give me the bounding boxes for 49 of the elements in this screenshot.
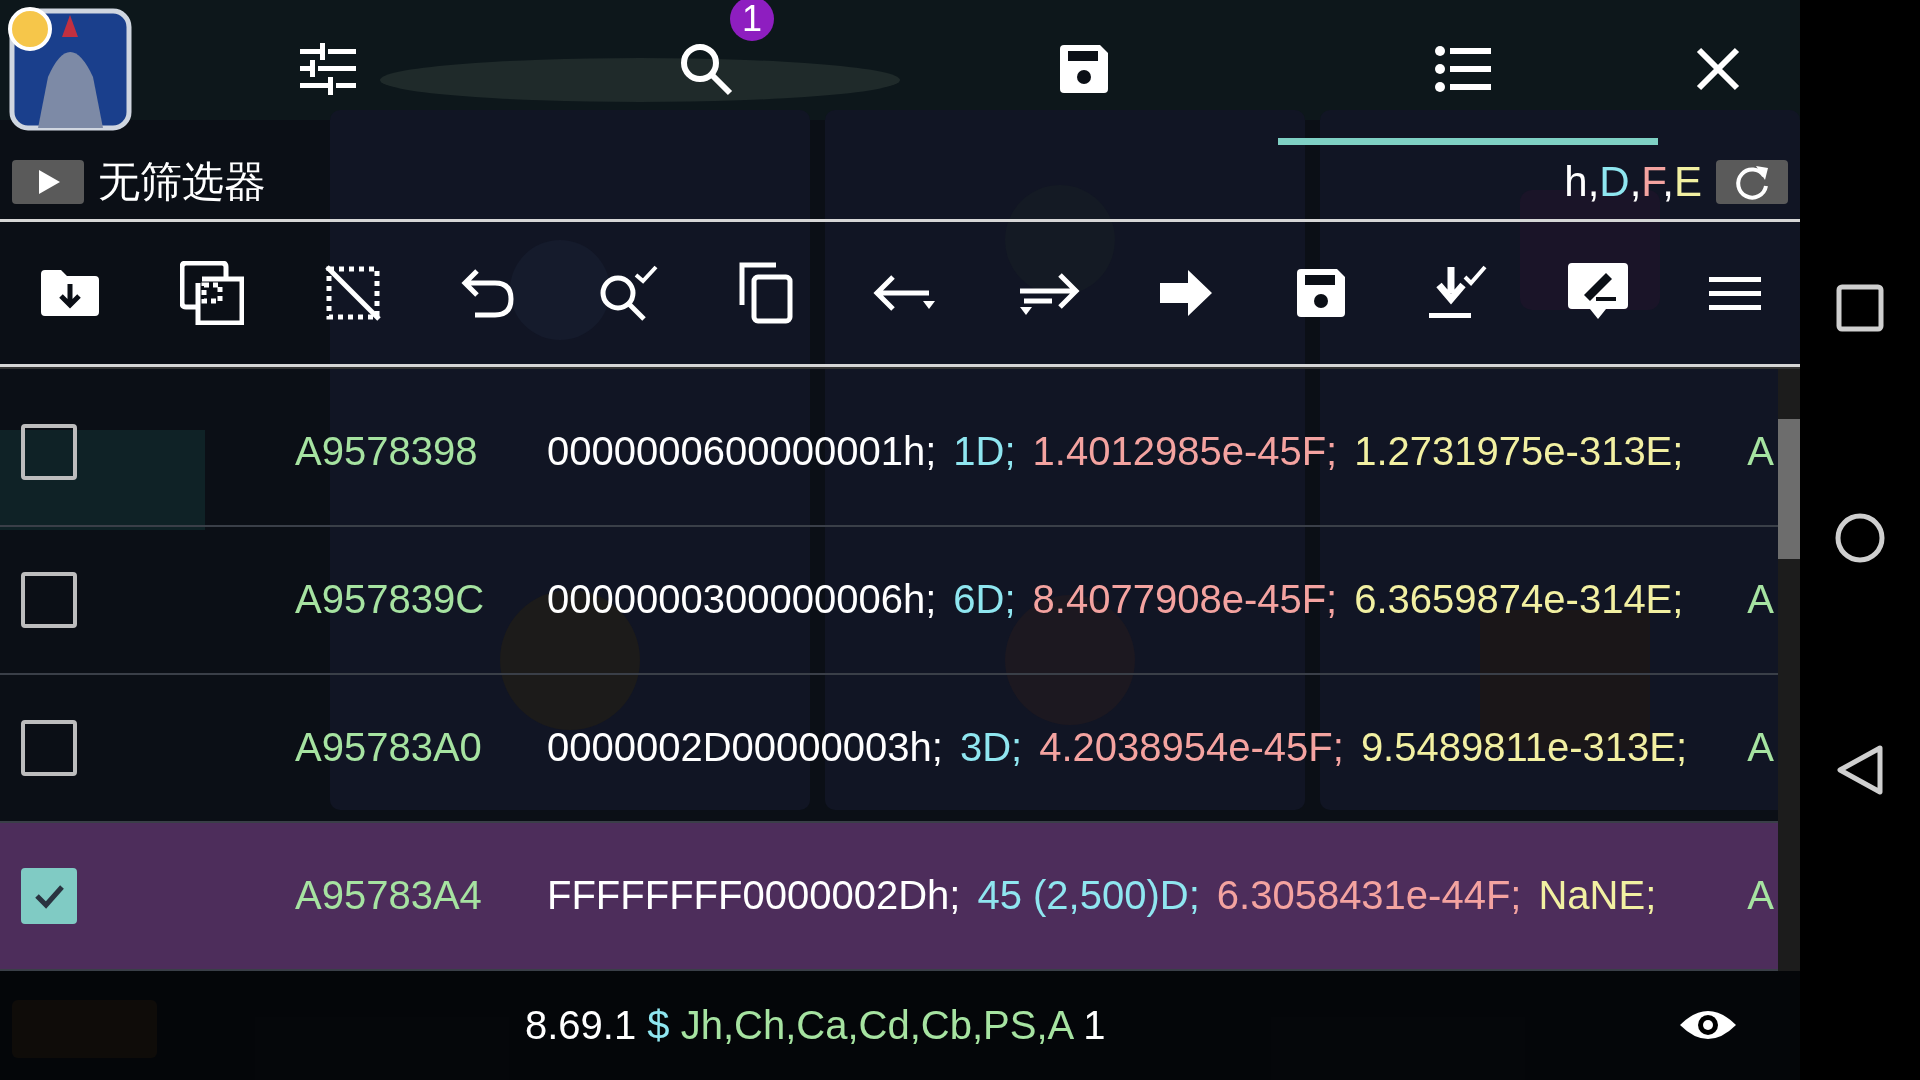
scroll-thumb[interactable] bbox=[1778, 418, 1800, 559]
value-text: A bbox=[1747, 873, 1774, 919]
value-text: 6D; bbox=[953, 577, 1016, 623]
type-flags: h,D,F,E bbox=[1564, 158, 1702, 206]
value-text: 0000000300000006h; bbox=[547, 577, 937, 623]
value-text: 6.3058431e-44F; bbox=[1216, 873, 1522, 919]
result-row[interactable]: A95783A4 FFFFFFFF0000002Dh; 45 (2,500)D; 6.3058431e-44F; NaNE; A bbox=[0, 822, 1778, 971]
value-text: 8.4077908e-45F; bbox=[1032, 577, 1338, 623]
value-text: 4.2038954e-45F; bbox=[1039, 725, 1344, 771]
app-icon[interactable] bbox=[8, 6, 133, 132]
address-text: A9578398 bbox=[295, 429, 479, 475]
filter-label: 无筛选器 bbox=[98, 157, 266, 207]
search-icon[interactable] bbox=[678, 41, 734, 97]
value-text: 9.5489811e-313E; bbox=[1360, 725, 1688, 771]
checkbox[interactable] bbox=[21, 867, 77, 924]
copy-icon[interactable] bbox=[738, 260, 795, 325]
sliders-icon[interactable] bbox=[300, 41, 356, 97]
value-text: 3D; bbox=[959, 725, 1023, 771]
list-icon[interactable] bbox=[1435, 45, 1491, 93]
select-frame-icon[interactable] bbox=[179, 260, 244, 325]
value-text: A bbox=[1747, 429, 1774, 475]
back-icon[interactable] bbox=[1836, 744, 1884, 796]
home-icon[interactable] bbox=[1834, 512, 1886, 564]
deselect-icon[interactable] bbox=[322, 262, 383, 323]
value-text: 1.2731975e-313E; bbox=[1354, 429, 1684, 475]
refresh-button[interactable] bbox=[1716, 160, 1788, 204]
value-text: 1.4012985e-45F; bbox=[1032, 429, 1338, 475]
value-text: A bbox=[1747, 725, 1774, 771]
scrollbar[interactable] bbox=[1778, 368, 1800, 971]
value-text: 0000002D00000003h; bbox=[547, 725, 943, 771]
value-text: FFFFFFFF0000002Dh; bbox=[547, 873, 961, 919]
value-text: 6.3659874e-314E; bbox=[1354, 577, 1684, 623]
address-text: A957839C bbox=[295, 577, 486, 623]
checkbox[interactable] bbox=[21, 423, 77, 480]
checkbox[interactable] bbox=[21, 719, 77, 776]
result-row[interactable]: A9578398 0000000600000001h; 1D; 1.4012985e-45F; 1.2731975e-313E; A bbox=[0, 378, 1778, 527]
value-text: 0000000600000001h; bbox=[547, 429, 937, 475]
value-text: NaNE; bbox=[1538, 873, 1657, 919]
result-row[interactable]: A957839C 0000000300000006h; 6D; 8.4077908e-45F; 6.3659874e-314E; A bbox=[0, 526, 1778, 675]
status-text: 8.69.1 $ Jh,Ch,Ca,Cd,Cb,PS,A 1 bbox=[525, 1002, 1106, 1048]
play-button[interactable] bbox=[12, 160, 84, 204]
recents-icon[interactable] bbox=[1836, 284, 1884, 332]
value-text: 1D; bbox=[953, 429, 1016, 475]
value-text: A bbox=[1747, 577, 1774, 623]
close-icon[interactable] bbox=[1696, 47, 1740, 91]
address-text: A95783A0 bbox=[295, 725, 483, 771]
value-text: 45 (2,500)D; bbox=[977, 873, 1200, 919]
address-text: A95783A4 bbox=[295, 873, 483, 919]
checkbox[interactable] bbox=[21, 571, 77, 628]
